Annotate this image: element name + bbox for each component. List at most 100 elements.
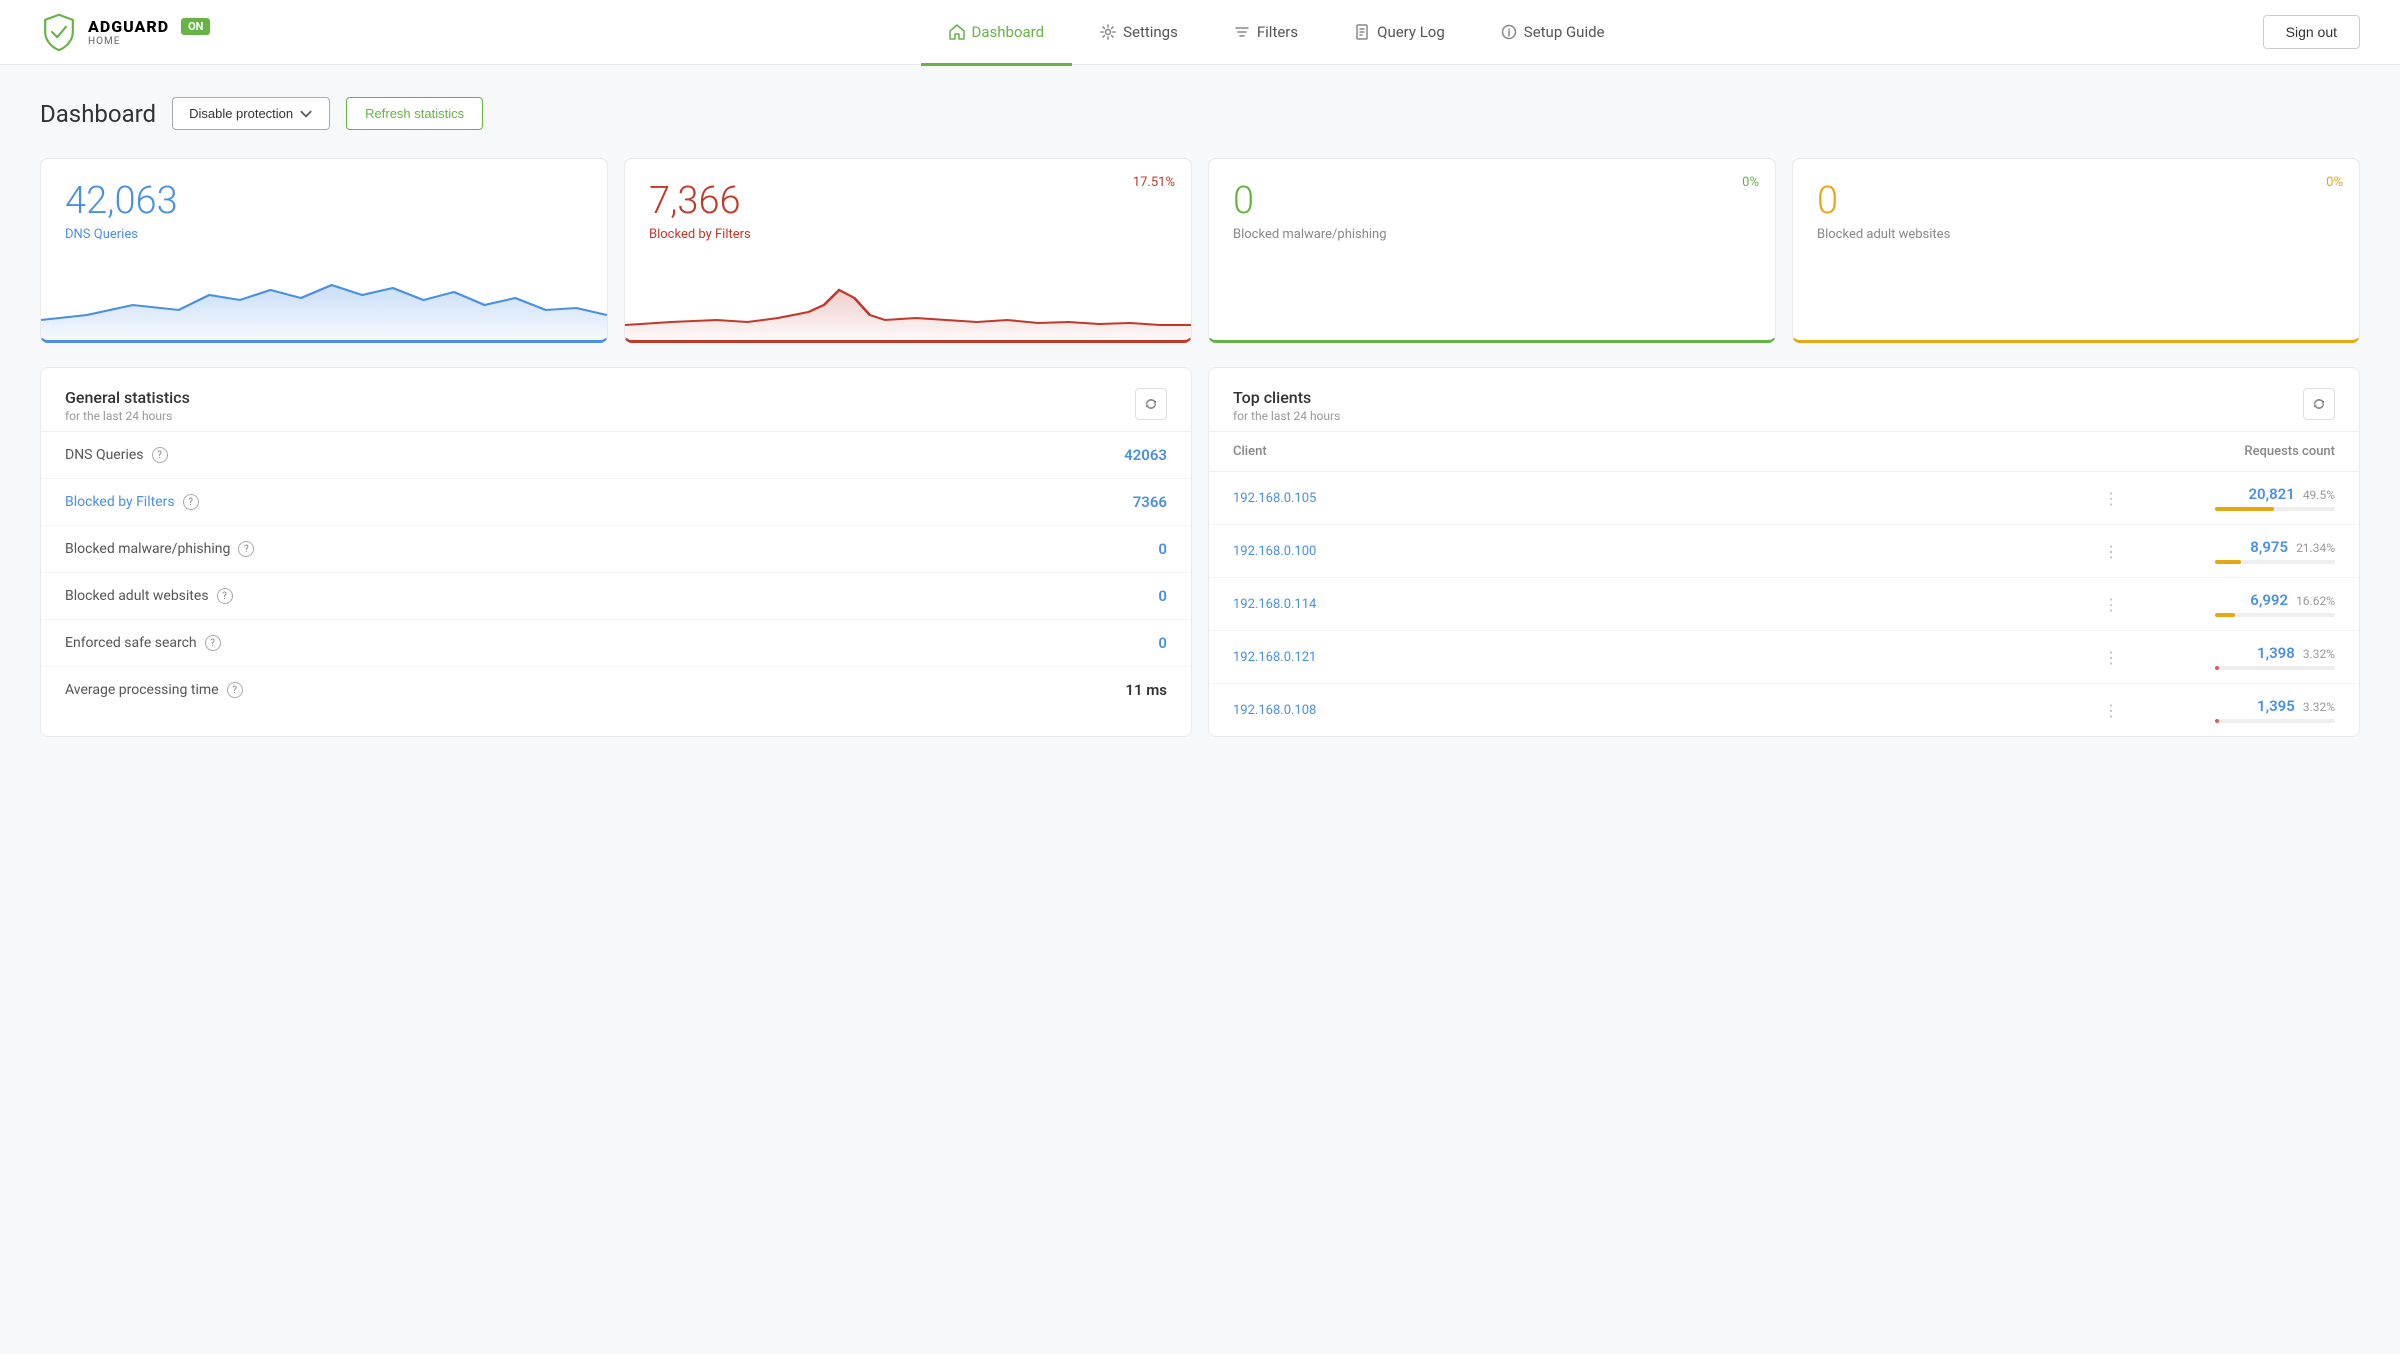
nav-query-log[interactable]: Query Log bbox=[1326, 1, 1473, 66]
stat-row-avg-time: Average processing time ? 11 ms bbox=[41, 667, 1191, 713]
client-ip-1[interactable]: 192.168.0.100 bbox=[1233, 544, 2087, 559]
disable-btn-label: Disable protection bbox=[189, 106, 293, 121]
safe-search-help-icon[interactable]: ? bbox=[205, 635, 221, 651]
blocked-malware-label: Blocked malware/phishing bbox=[1233, 227, 1751, 242]
top-clients-panel: Top clients for the last 24 hours Client… bbox=[1208, 367, 2360, 737]
general-stats-subtitle: for the last 24 hours bbox=[65, 409, 190, 423]
blocked-adult-help-icon[interactable]: ? bbox=[217, 588, 233, 604]
client-bar-1 bbox=[2215, 560, 2241, 564]
client-requests-1: 8,975 21.34% bbox=[2135, 538, 2335, 564]
client-pct-1: 21.34% bbox=[2296, 541, 2335, 555]
client-count-4: 1,395 bbox=[2257, 697, 2295, 715]
bottom-panels-row: General statistics for the last 24 hours… bbox=[40, 367, 2360, 737]
stat-row-blocked-filters: Blocked by Filters ? 7366 bbox=[41, 479, 1191, 526]
client-count-0: 20,821 bbox=[2248, 485, 2294, 503]
disable-protection-button[interactable]: Disable protection bbox=[172, 97, 330, 130]
stat-row-dns-value: 42063 bbox=[1124, 446, 1167, 464]
logo-home: HOME bbox=[88, 36, 210, 47]
client-row-0: 192.168.0.105 ⋮ 20,821 49.5% bbox=[1209, 472, 2359, 525]
general-stats-panel: General statistics for the last 24 hours… bbox=[40, 367, 1192, 737]
nav-settings[interactable]: Settings bbox=[1072, 1, 1206, 66]
nav-setup-guide[interactable]: Setup Guide bbox=[1473, 1, 1633, 66]
client-menu-4[interactable]: ⋮ bbox=[2099, 699, 2123, 722]
blocked-filters-help-icon[interactable]: ? bbox=[183, 494, 199, 510]
general-stats-refresh-button[interactable] bbox=[1135, 388, 1167, 420]
top-clients-title: Top clients bbox=[1233, 388, 1340, 407]
dns-queries-card: 42,063 DNS Queries bbox=[40, 158, 608, 343]
blocked-filters-percent: 17.51% bbox=[1133, 175, 1175, 190]
blocked-filters-label: Blocked by Filters bbox=[649, 227, 1167, 242]
client-count-3: 1,398 bbox=[2257, 644, 2295, 662]
top-clients-table-header: Client Requests count bbox=[1209, 432, 2359, 472]
stat-row-safe-search: Enforced safe search ? 0 bbox=[41, 620, 1191, 667]
nav-filters[interactable]: Filters bbox=[1206, 1, 1326, 66]
avg-time-help-icon[interactable]: ? bbox=[227, 682, 243, 698]
filter-icon bbox=[1234, 24, 1250, 40]
nav-dashboard[interactable]: Dashboard bbox=[921, 1, 1073, 66]
stat-row-blocked-malware-value: 0 bbox=[1158, 540, 1167, 558]
client-bar-bg-0 bbox=[2215, 507, 2335, 511]
logo-adguard: ADGUARD bbox=[88, 17, 169, 36]
stat-row-blocked-malware-label: Blocked malware/phishing ? bbox=[65, 541, 254, 557]
client-row-4: 192.168.0.108 ⋮ 1,395 3.32% bbox=[1209, 684, 2359, 736]
stats-cards-row: 42,063 DNS Queries 17. bbox=[40, 158, 2360, 343]
document-icon bbox=[1354, 24, 1370, 40]
stat-row-dns-label: DNS Queries ? bbox=[65, 447, 168, 463]
client-bar-3 bbox=[2215, 666, 2219, 670]
info-icon bbox=[1501, 24, 1517, 40]
client-count-1: 8,975 bbox=[2250, 538, 2288, 556]
general-stats-rows: DNS Queries ? 42063 Blocked by Filters ?… bbox=[41, 432, 1191, 713]
refresh-icon bbox=[2312, 397, 2326, 411]
blocked-malware-value: 0 bbox=[1233, 179, 1751, 223]
stat-row-avg-time-value: 11 ms bbox=[1125, 681, 1167, 699]
main-nav: Dashboard Settings Filters Query Log Set… bbox=[290, 0, 2262, 65]
top-clients-title-group: Top clients for the last 24 hours bbox=[1233, 388, 1340, 423]
logo-text: ADGUARD ON HOME bbox=[88, 17, 210, 47]
blocked-malware-help-icon[interactable]: ? bbox=[238, 541, 254, 557]
adguard-shield-icon bbox=[40, 13, 78, 51]
client-ip-4[interactable]: 192.168.0.108 bbox=[1233, 703, 2087, 718]
top-clients-header: Top clients for the last 24 hours bbox=[1209, 368, 2359, 432]
client-row-2: 192.168.0.114 ⋮ 6,992 16.62% bbox=[1209, 578, 2359, 631]
refresh-statistics-button[interactable]: Refresh statistics bbox=[346, 97, 483, 130]
blocked-filters-value: 7,366 bbox=[649, 179, 1167, 223]
stat-row-dns: DNS Queries ? 42063 bbox=[41, 432, 1191, 479]
client-pct-0: 49.5% bbox=[2303, 488, 2335, 502]
general-stats-title-group: General statistics for the last 24 hours bbox=[65, 388, 190, 423]
stat-row-safe-search-label: Enforced safe search ? bbox=[65, 635, 221, 651]
client-row-3: 192.168.0.121 ⋮ 1,398 3.32% bbox=[1209, 631, 2359, 684]
client-bar-bg-1 bbox=[2215, 560, 2335, 564]
client-ip-2[interactable]: 192.168.0.114 bbox=[1233, 597, 2087, 612]
client-menu-0[interactable]: ⋮ bbox=[2099, 487, 2123, 510]
dns-queries-label: DNS Queries bbox=[65, 227, 583, 242]
client-pct-3: 3.32% bbox=[2303, 647, 2335, 661]
gear-icon bbox=[1100, 24, 1116, 40]
client-bar-bg-4 bbox=[2215, 719, 2335, 723]
general-stats-title: General statistics bbox=[65, 388, 190, 407]
client-ip-0[interactable]: 192.168.0.105 bbox=[1233, 491, 2087, 506]
stat-row-blocked-filters-label: Blocked by Filters ? bbox=[65, 494, 199, 510]
client-ip-3[interactable]: 192.168.0.121 bbox=[1233, 650, 2087, 665]
sign-out-button[interactable]: Sign out bbox=[2263, 15, 2360, 49]
blocked-filters-card: 17.51% 7,366 Blocked by Filters bbox=[624, 158, 1192, 343]
client-row-1: 192.168.0.100 ⋮ 8,975 21.34% bbox=[1209, 525, 2359, 578]
blocked-adult-value: 0 bbox=[1817, 179, 2335, 223]
blocked-malware-percent: 0% bbox=[1742, 175, 1759, 190]
dns-help-icon[interactable]: ? bbox=[152, 447, 168, 463]
stat-row-blocked-adult: Blocked adult websites ? 0 bbox=[41, 573, 1191, 620]
logo: ADGUARD ON HOME bbox=[40, 13, 210, 51]
client-bar-4 bbox=[2215, 719, 2219, 723]
dns-queries-chart bbox=[41, 260, 607, 340]
blocked-adult-card: 0% 0 Blocked adult websites bbox=[1792, 158, 2360, 343]
stat-row-safe-search-value: 0 bbox=[1158, 634, 1167, 652]
client-menu-1[interactable]: ⋮ bbox=[2099, 540, 2123, 563]
client-menu-2[interactable]: ⋮ bbox=[2099, 593, 2123, 616]
top-clients-refresh-button[interactable] bbox=[2303, 388, 2335, 420]
client-menu-3[interactable]: ⋮ bbox=[2099, 646, 2123, 669]
blocked-adult-percent: 0% bbox=[2326, 175, 2343, 190]
header: ADGUARD ON HOME Dashboard Settings Filte… bbox=[0, 0, 2400, 65]
client-bar-2 bbox=[2215, 613, 2235, 617]
home-icon bbox=[949, 24, 965, 40]
blocked-filters-link[interactable]: Blocked by Filters bbox=[65, 494, 175, 510]
stat-row-blocked-adult-label: Blocked adult websites ? bbox=[65, 588, 233, 604]
